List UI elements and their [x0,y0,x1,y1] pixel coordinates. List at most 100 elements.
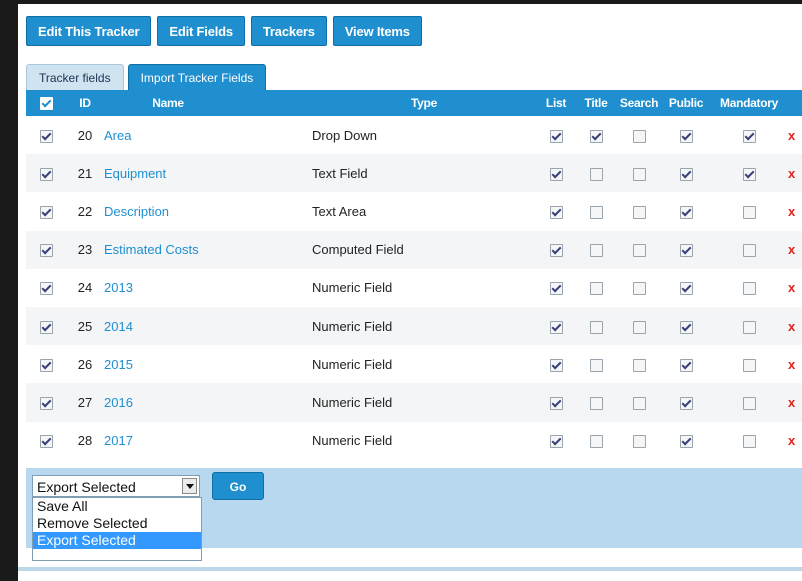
edit-fields-button[interactable]: Edit Fields [157,16,245,46]
field-id: 20 [77,127,93,143]
field-name-link[interactable]: 2017 [104,433,133,448]
row-select-checkbox[interactable] [39,129,53,143]
field-type: Drop Down [312,127,378,143]
public-checkbox[interactable] [679,435,693,449]
title-checkbox[interactable] [589,320,603,334]
chevron-down-icon[interactable] [182,478,197,494]
title-checkbox[interactable] [589,282,603,296]
field-type: Numeric Field [312,394,393,410]
field-name-link[interactable]: Estimated Costs [104,242,199,257]
public-checkbox[interactable] [679,358,693,372]
search-checkbox[interactable] [632,435,646,449]
list-checkbox[interactable] [549,244,563,258]
go-button[interactable]: Go [212,472,264,500]
field-name-link[interactable]: 2016 [104,395,133,410]
table-row: 28 2017 Numeric Field x [26,421,802,460]
title-checkbox[interactable] [589,167,603,181]
select-all-checkbox[interactable] [39,97,53,111]
mandatory-checkbox[interactable] [742,244,756,258]
list-checkbox[interactable] [549,206,563,219]
search-checkbox[interactable] [632,206,646,219]
mandatory-checkbox[interactable] [742,167,756,181]
field-name-link[interactable]: Description [104,204,169,219]
mandatory-checkbox[interactable] [742,282,756,296]
edit-this-tracker-button[interactable]: Edit This Tracker [26,16,152,46]
search-checkbox[interactable] [632,358,646,372]
field-name-link[interactable]: 2014 [104,319,133,334]
tab-tracker-fields[interactable]: Tracker fields [26,64,124,90]
header-public: Public [668,96,704,110]
row-select-checkbox[interactable] [39,244,53,258]
search-checkbox[interactable] [632,244,646,258]
public-checkbox[interactable] [679,206,693,219]
fields-table-container: ID Name Type List Title Search Public Ma… [26,90,802,460]
search-checkbox[interactable] [632,282,646,296]
row-select-checkbox[interactable] [39,358,53,372]
option-remove-selected[interactable]: Remove Selected [33,515,201,532]
title-checkbox[interactable] [589,129,603,143]
row-select-checkbox[interactable] [39,396,53,410]
mandatory-checkbox[interactable] [742,396,756,410]
trackers-button[interactable]: Trackers [250,16,327,46]
option-export-selected[interactable]: Export Selected [33,532,201,549]
delete-icon[interactable]: x [788,280,795,295]
search-checkbox[interactable] [632,167,646,181]
field-name-link[interactable]: 2015 [104,357,133,372]
row-select-checkbox[interactable] [39,167,53,181]
public-checkbox[interactable] [679,320,693,334]
mandatory-checkbox[interactable] [742,358,756,372]
view-items-button[interactable]: View Items [332,16,422,46]
field-name-link[interactable]: Equipment [104,166,166,181]
mandatory-checkbox[interactable] [742,206,756,219]
title-checkbox[interactable] [589,396,603,410]
tab-import-tracker-fields[interactable]: Import Tracker Fields [127,64,267,90]
search-checkbox[interactable] [632,320,646,334]
mandatory-checkbox[interactable] [742,435,756,449]
public-checkbox[interactable] [679,282,693,296]
delete-icon[interactable]: x [788,242,795,257]
public-checkbox[interactable] [679,167,693,181]
search-checkbox[interactable] [632,129,646,143]
mandatory-checkbox[interactable] [742,320,756,334]
bulk-actions-panel: Export Selected Go Save All Remove Selec… [26,468,802,561]
table-body: 20 Area Drop Down x 21 Equipment Text Field x 22… [26,116,802,460]
title-checkbox[interactable] [589,435,603,449]
public-checkbox[interactable] [679,244,693,258]
delete-icon[interactable]: x [788,166,795,181]
mandatory-checkbox[interactable] [742,129,756,143]
delete-icon[interactable]: x [788,395,795,410]
row-select-checkbox[interactable] [39,435,53,449]
option-save-all[interactable]: Save All [33,498,201,515]
row-select-checkbox[interactable] [39,282,53,296]
field-type: Computed Field [312,242,404,258]
header-type: Type [411,96,437,110]
search-checkbox[interactable] [632,396,646,410]
delete-icon[interactable]: x [788,319,795,334]
public-checkbox[interactable] [679,396,693,410]
toolbar: Edit This Tracker Edit Fields Trackers V… [26,16,422,46]
field-id: 27 [77,394,93,410]
field-name-link[interactable]: 2013 [104,280,133,295]
title-checkbox[interactable] [589,206,603,219]
delete-icon[interactable]: x [788,204,795,219]
list-checkbox[interactable] [549,396,563,410]
title-checkbox[interactable] [589,244,603,258]
public-checkbox[interactable] [679,129,693,143]
list-checkbox[interactable] [549,167,563,181]
field-name-link[interactable]: Area [104,128,131,143]
row-select-checkbox[interactable] [39,206,53,219]
field-id: 21 [77,165,93,181]
bulk-action-select[interactable]: Export Selected [32,475,200,497]
list-checkbox[interactable] [549,358,563,372]
table-row: 27 2016 Numeric Field x [26,383,802,422]
delete-icon[interactable]: x [788,357,795,372]
title-checkbox[interactable] [589,358,603,372]
list-checkbox[interactable] [549,320,563,334]
list-checkbox[interactable] [549,282,563,296]
field-type: Numeric Field [312,356,393,372]
delete-icon[interactable]: x [788,433,795,448]
delete-icon[interactable]: x [788,128,795,143]
list-checkbox[interactable] [549,435,563,449]
list-checkbox[interactable] [549,129,563,143]
row-select-checkbox[interactable] [39,320,53,334]
